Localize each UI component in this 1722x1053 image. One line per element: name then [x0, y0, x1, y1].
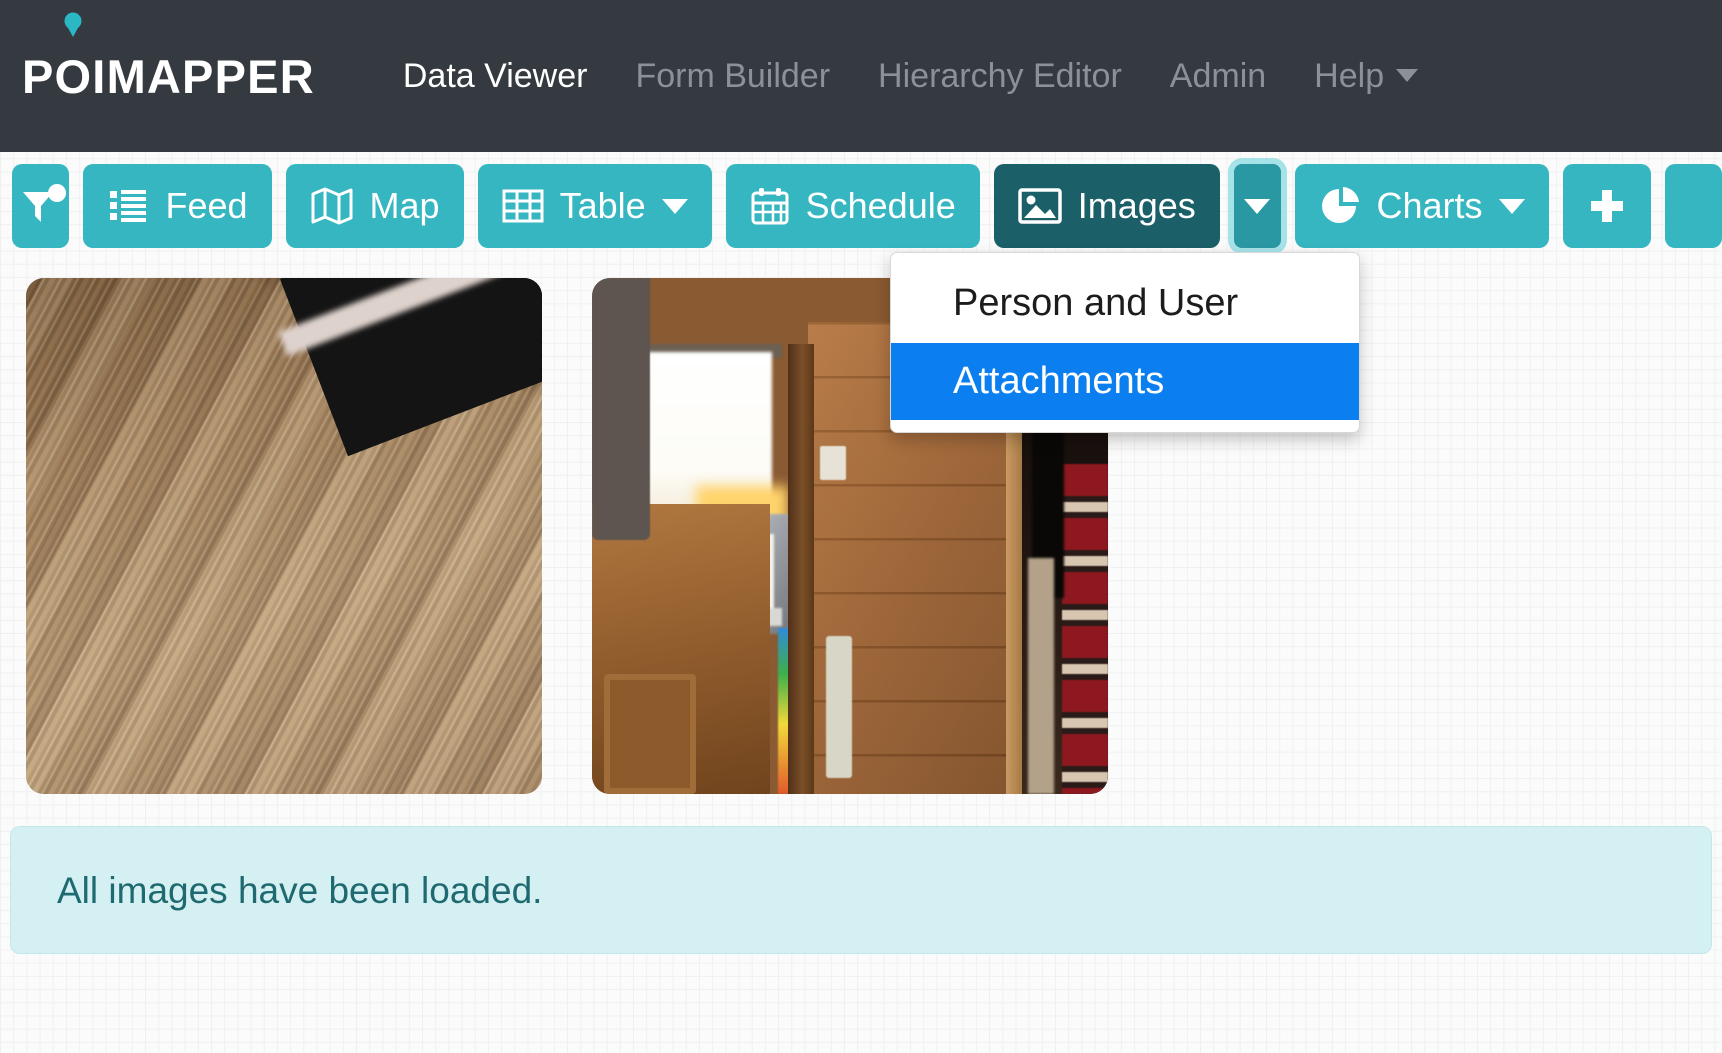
map-folded-icon — [310, 186, 354, 226]
main-nav: Data Viewer Form Builder Hierarchy Edito… — [379, 59, 1442, 93]
brand-name: POIMAPPER — [22, 49, 315, 103]
filter-funnel-icon — [15, 180, 67, 232]
dot-badge — [47, 184, 66, 202]
list-icon — [107, 185, 149, 227]
plus-icon — [1585, 184, 1629, 228]
photo-red-striped-rug — [1062, 464, 1108, 794]
schedule-button-label: Schedule — [805, 185, 956, 226]
feed-button-label: Feed — [165, 185, 248, 226]
map-button[interactable]: Map — [285, 164, 464, 248]
image-picture-icon — [1018, 187, 1062, 225]
top-navbar: POIMAPPER Data Viewer Form Builder Hiera… — [0, 0, 1722, 152]
calendar-icon — [750, 186, 790, 226]
table-button[interactable]: Table — [477, 164, 712, 248]
table-grid-icon — [502, 187, 544, 225]
images-button-label: Images — [1077, 185, 1196, 226]
photo-door-frame — [788, 344, 814, 794]
photo-dark-pillar — [592, 278, 650, 540]
caret-down-icon — [1244, 198, 1271, 214]
filter-button[interactable] — [12, 164, 70, 248]
pie-chart-icon — [1319, 185, 1361, 227]
nav-link-admin[interactable]: Admin — [1146, 59, 1290, 93]
nav-link-form-builder[interactable]: Form Builder — [611, 59, 854, 93]
nav-link-hierarchy-editor[interactable]: Hierarchy Editor — [854, 59, 1146, 93]
chevron-down-icon — [1396, 68, 1419, 82]
photo-outlet — [820, 446, 846, 480]
schedule-button[interactable]: Schedule — [725, 164, 980, 248]
photo-pale-panel — [1028, 558, 1054, 794]
status-alert: All images have been loaded. — [10, 826, 1712, 954]
chevron-down-icon — [1498, 198, 1525, 214]
images-dropdown-toggle[interactable] — [1233, 164, 1281, 248]
map-button-label: Map — [369, 185, 440, 226]
dropdown-item-person-and-user[interactable]: Person and User — [891, 265, 1359, 343]
add-view-button[interactable] — [1562, 164, 1651, 248]
feed-button[interactable]: Feed — [83, 164, 272, 248]
chevron-down-icon — [661, 198, 688, 214]
nav-link-data-viewer[interactable]: Data Viewer — [379, 59, 612, 93]
view-toolbar: Feed Map Table Schedule Images Charts — [0, 164, 1722, 248]
charts-button[interactable]: Charts — [1294, 164, 1549, 248]
nav-link-help[interactable]: Help — [1290, 59, 1442, 93]
photo-cabinet-door — [604, 674, 696, 794]
status-alert-message: All images have been loaded. — [57, 869, 543, 911]
photo-light-switch — [826, 636, 852, 778]
nav-link-help-label: Help — [1314, 57, 1385, 95]
overflow-button[interactable] — [1664, 164, 1722, 248]
map-pin-icon — [56, 6, 90, 40]
wood-grain-photo — [26, 278, 542, 794]
images-dropdown-menu: Person and User Attachments — [890, 252, 1360, 434]
charts-button-label: Charts — [1376, 185, 1483, 226]
table-button-label: Table — [559, 185, 646, 226]
brand-logo[interactable]: POIMAPPER — [22, 0, 315, 152]
gallery-thumbnail[interactable] — [26, 278, 542, 794]
dropdown-item-attachments[interactable]: Attachments — [891, 342, 1359, 421]
images-button[interactable]: Images — [993, 164, 1220, 248]
